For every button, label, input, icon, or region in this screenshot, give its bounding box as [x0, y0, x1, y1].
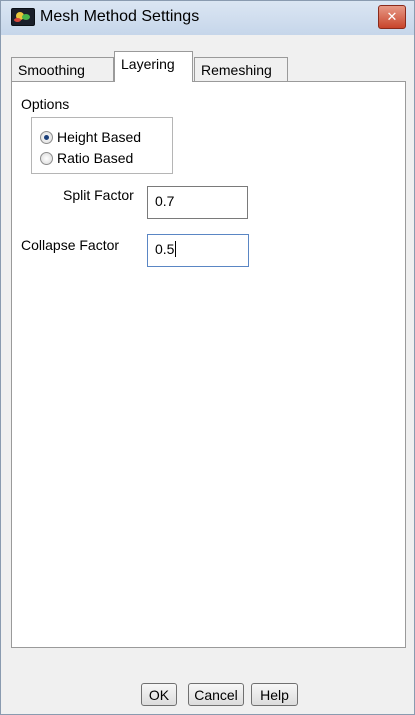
close-icon: ✕ — [386, 9, 398, 24]
app-logo-icon — [11, 8, 35, 26]
options-radio-group: Height Based Ratio Based — [31, 117, 173, 174]
tab-label: Layering — [121, 56, 175, 72]
split-factor-label: Split Factor — [63, 187, 134, 203]
tab-remeshing[interactable]: Remeshing — [194, 57, 288, 81]
tab-layering[interactable]: Layering — [114, 51, 193, 82]
ok-button[interactable]: OK — [141, 683, 177, 706]
radio-label: Height Based — [57, 129, 142, 145]
button-label: OK — [148, 686, 170, 703]
collapse-factor-label: Collapse Factor — [21, 237, 120, 253]
button-label: Help — [260, 686, 289, 703]
help-button[interactable]: Help — [251, 683, 298, 706]
tab-label: Smoothing — [18, 62, 85, 78]
cancel-button[interactable]: Cancel — [188, 683, 244, 706]
tab-strip: Smoothing Layering Remeshing — [11, 51, 311, 82]
radio-height-based[interactable]: Height Based — [40, 127, 141, 147]
radio-label: Ratio Based — [57, 150, 134, 166]
close-button[interactable]: ✕ — [378, 5, 406, 29]
radio-unselected-icon[interactable] — [40, 151, 53, 165]
radio-ratio-based[interactable]: Ratio Based — [40, 148, 133, 168]
text-caret — [175, 241, 177, 257]
mesh-method-settings-dialog: Mesh Method Settings ✕ Smoothing Layerin… — [0, 0, 415, 715]
window-title: Mesh Method Settings — [40, 8, 200, 25]
radio-selected-icon[interactable] — [40, 130, 53, 144]
split-factor-value: 0.7 — [155, 193, 175, 209]
collapse-factor-value: 0.5 — [155, 241, 175, 257]
button-label: Cancel — [194, 686, 238, 703]
tab-label: Remeshing — [201, 62, 272, 78]
collapse-factor-input[interactable]: 0.5 — [147, 234, 249, 267]
title-bar[interactable]: Mesh Method Settings ✕ — [1, 1, 414, 35]
split-factor-input[interactable]: 0.7 — [147, 186, 248, 219]
options-group-label: Options — [21, 96, 70, 112]
tab-smoothing[interactable]: Smoothing — [11, 57, 114, 81]
